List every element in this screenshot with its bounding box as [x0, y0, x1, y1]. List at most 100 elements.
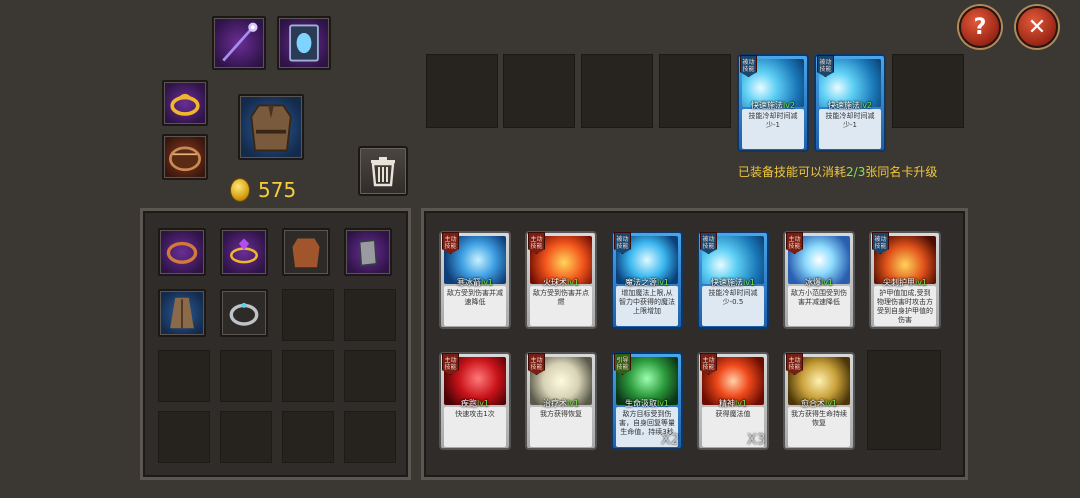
upgrade-hint-prefix: 已装备技能可以消耗	[738, 165, 847, 179]
skill-slot-4[interactable]	[659, 54, 731, 128]
trash-button[interactable]	[358, 146, 408, 196]
ring-slot[interactable]	[162, 80, 208, 126]
skill-name: 寒冰箭	[456, 278, 481, 287]
spellbook-slot[interactable]	[277, 16, 331, 70]
skill-level: lv1	[824, 399, 838, 408]
robe-slot[interactable]	[238, 94, 304, 160]
skill-card[interactable]: 治疗术lv1 我方获得恢复 主动技能	[525, 352, 597, 450]
skill-name: 精神	[718, 399, 735, 408]
skill-description: 快速攻击1次	[444, 407, 506, 447]
skill-card[interactable]: 快速施法lv2 技能冷却时间减少-1 被动技能	[814, 54, 886, 152]
skill-name: 魔法之源	[624, 278, 657, 287]
staff-icon	[222, 22, 258, 62]
skill-level: lv1	[656, 399, 670, 408]
cloak-slot[interactable]	[158, 289, 206, 337]
spellbook-icon	[289, 24, 319, 62]
inventory-empty-slot[interactable]	[158, 411, 210, 463]
inventory-empty-slot[interactable]	[220, 350, 272, 402]
help-button[interactable]: ?	[959, 6, 1001, 48]
amulet-ring-slot[interactable]	[220, 228, 268, 276]
tunic-slot[interactable]	[282, 228, 330, 276]
skill-name: 冰爆	[804, 278, 821, 287]
skill-card[interactable]: 冰爆lv1 敌方小范围受到伤害并减速降低 主动技能	[783, 231, 855, 329]
gold-ring-icon	[170, 93, 200, 116]
skill-level: lv1	[566, 278, 580, 287]
skill-name: 治疗术	[542, 399, 567, 408]
inventory-empty-slot[interactable]	[282, 411, 334, 463]
skill-name: 疾跑	[460, 399, 477, 408]
cloak-icon	[170, 297, 194, 329]
skill-card[interactable]: 火球术lv1 敌方受到伤害并点燃 主动技能	[525, 231, 597, 329]
inventory-empty-slot[interactable]	[344, 350, 396, 402]
skill-level: lv1	[734, 399, 748, 408]
ring-item-slot[interactable]	[220, 289, 268, 337]
inventory-empty-slot[interactable]	[282, 350, 334, 402]
skill-level: lv1	[476, 399, 490, 408]
skill-name-row: 火球术lv1	[527, 277, 595, 288]
skill-name: 快速施法	[710, 278, 743, 287]
skill-name: 尖刺护甲	[882, 278, 915, 287]
card-count: X2	[661, 432, 680, 448]
skill-description: 增加魔法上限,从智力中获得的魔法上限增加	[616, 286, 678, 326]
skill-card[interactable]: 尖刺护甲lv1 护甲值加成,受到物理伤害时攻击方受到自身护甲值的伤害 被动技能	[869, 231, 941, 329]
skill-level: lv1	[566, 399, 580, 408]
skill-name-row: 精神lv1	[699, 398, 767, 409]
gold-display: 575	[230, 178, 296, 202]
skill-description: 护甲值加成,受到物理伤害时攻击方受到自身护甲值的伤害	[874, 286, 936, 326]
bracer-icon	[169, 146, 201, 172]
skill-card[interactable]: 快速施法lv1 技能冷却时间减少-0.5 被动技能	[697, 231, 769, 329]
skill-level: lv1	[742, 278, 756, 287]
close-icon: ✕	[1027, 14, 1047, 40]
inventory-empty-slot[interactable]	[344, 289, 396, 341]
bracer-slot[interactable]	[162, 134, 208, 180]
skill-description: 敌方受到伤害并减速降低	[444, 286, 506, 326]
skill-name-row: 尖刺护甲lv1	[871, 277, 939, 288]
close-button[interactable]: ✕	[1016, 6, 1058, 48]
skill-card[interactable]: 魔法之源lv1 增加魔法上限,从智力中获得的魔法上限增加 被动技能	[611, 231, 683, 329]
skill-name-row: 寒冰箭lv1	[441, 277, 509, 288]
skill-card[interactable]: 疾跑lv1 快速攻击1次 主动技能	[439, 352, 511, 450]
inventory-empty-slot[interactable]	[220, 411, 272, 463]
gauntlet-slot[interactable]	[344, 228, 392, 276]
skill-description: 技能冷却时间减少-1	[819, 109, 881, 149]
help-icon: ?	[973, 14, 987, 40]
bracelet-slot[interactable]	[158, 228, 206, 276]
skill-slot-2[interactable]	[503, 54, 575, 128]
inventory-empty-slot[interactable]	[158, 350, 210, 402]
skill-name-row: 快速施法lv2	[739, 100, 807, 111]
bracelet-icon	[166, 241, 198, 264]
robe-icon	[250, 104, 292, 152]
tunic-icon	[292, 238, 320, 268]
skill-level: lv1	[820, 278, 834, 287]
skill-description: 敌方受到伤害并点燃	[530, 286, 592, 326]
skill-name-row: 疾跑lv1	[441, 398, 509, 409]
skill-card-empty-slot[interactable]	[867, 350, 941, 450]
gold-coin-icon	[230, 178, 250, 202]
skill-description: 技能冷却时间减少-1	[742, 109, 804, 149]
skill-slot-1[interactable]	[426, 54, 498, 128]
upgrade-hint: 已装备技能可以消耗2/3张同名卡升级	[738, 163, 937, 180]
skill-level: lv1	[914, 278, 928, 287]
upgrade-hint-suffix: 张同名卡升级	[865, 165, 938, 179]
skill-slot-7[interactable]	[892, 54, 964, 128]
inventory-empty-slot[interactable]	[282, 289, 334, 341]
inventory-empty-slot[interactable]	[344, 411, 396, 463]
skill-name: 快速施法	[827, 101, 860, 110]
staff-slot[interactable]	[212, 16, 266, 70]
skill-card[interactable]: 愈合术lv1 我方获得生命持续恢复 主动技能	[783, 352, 855, 450]
skill-name: 愈合术	[800, 399, 825, 408]
skill-name-row: 治疗术lv1	[527, 398, 595, 409]
skill-name: 快速施法	[750, 101, 783, 110]
skill-name-row: 快速施法lv2	[816, 100, 884, 111]
gold-amount: 575	[258, 178, 297, 202]
skill-name-row: 冰爆lv1	[785, 277, 853, 288]
skill-card[interactable]: 快速施法lv2 技能冷却时间减少-1 被动技能	[737, 54, 809, 152]
skill-card[interactable]: 寒冰箭lv1 敌方受到伤害并减速降低 主动技能	[439, 231, 511, 329]
skill-description: 我方获得生命持续恢复	[788, 407, 850, 447]
amethyst-ring-icon	[230, 238, 258, 264]
skill-slot-3[interactable]	[581, 54, 653, 128]
skill-name: 生命汲取	[624, 399, 657, 408]
skill-name-row: 快速施法lv1	[699, 277, 767, 288]
skill-level: lv2	[859, 101, 873, 110]
trash-icon	[371, 157, 395, 187]
